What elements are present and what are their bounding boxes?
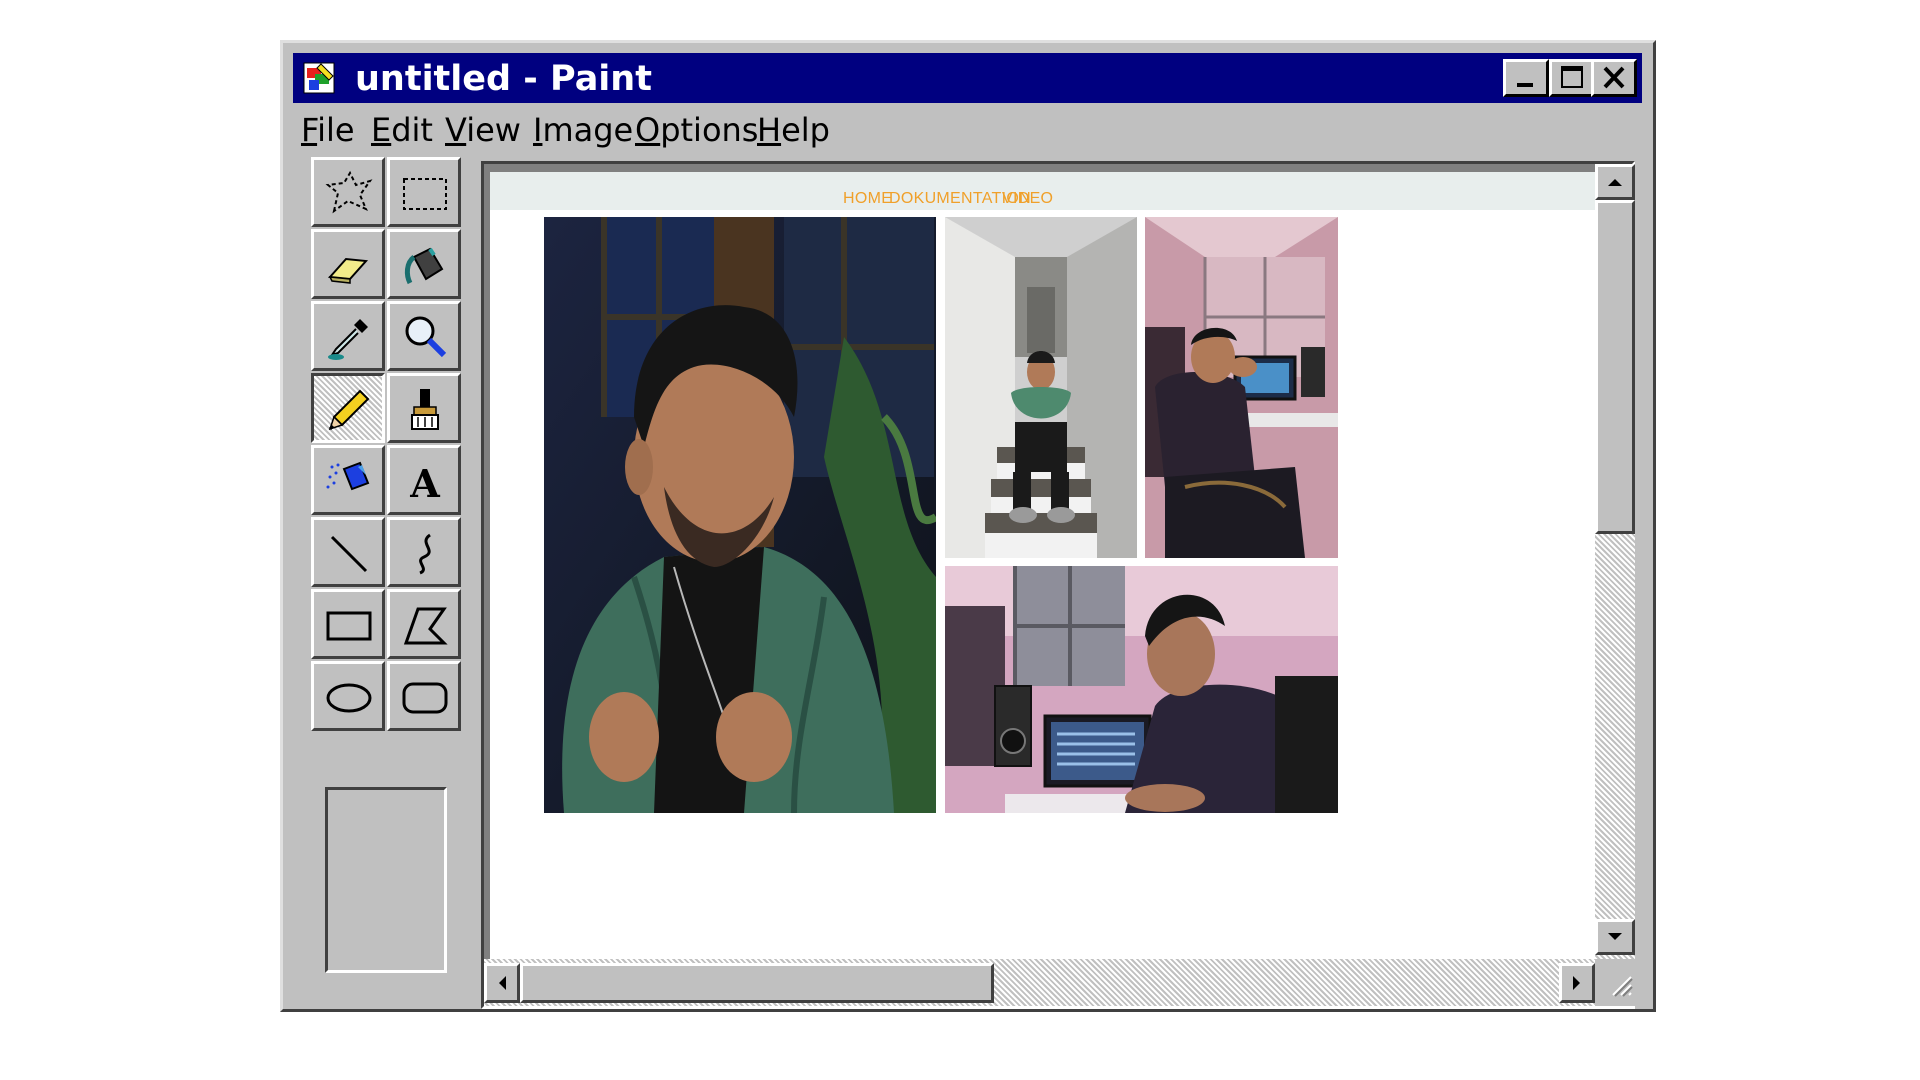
ellipse-icon xyxy=(326,683,372,713)
arrow-down-icon xyxy=(1608,933,1622,940)
toolbox: A xyxy=(311,157,467,777)
menu-options[interactable]: Options xyxy=(635,111,758,149)
airbrush-icon xyxy=(326,461,370,491)
rect-select-icon xyxy=(403,178,447,210)
scroll-down-button[interactable] xyxy=(1595,919,1635,955)
vertical-scrollbar[interactable] xyxy=(1595,164,1635,959)
maximize-icon xyxy=(1561,66,1583,88)
canvas-area[interactable]: HOME DOKUMENTATION VIDEO xyxy=(481,161,1635,1009)
photo-stairway xyxy=(945,217,1137,558)
tool-rectangle[interactable] xyxy=(311,589,385,659)
tool-rounded-rectangle[interactable] xyxy=(387,661,461,731)
polygon-icon xyxy=(403,607,448,645)
scroll-left-button[interactable] xyxy=(484,963,520,1003)
menu-file[interactable]: File xyxy=(301,111,355,149)
scroll-up-button[interactable] xyxy=(1595,164,1635,200)
tool-text[interactable]: A xyxy=(387,445,461,515)
horizontal-scroll-thumb[interactable] xyxy=(520,963,994,1003)
menu-help[interactable]: Help xyxy=(757,111,830,149)
photo-studio-keyboard xyxy=(945,566,1338,813)
tool-pick-color[interactable] xyxy=(311,301,385,371)
tool-line[interactable] xyxy=(311,517,385,587)
tool-polygon[interactable] xyxy=(387,589,461,659)
resize-grip-icon xyxy=(1612,976,1633,997)
tool-options-box[interactable] xyxy=(325,787,447,973)
vertical-scroll-thumb[interactable] xyxy=(1595,200,1635,534)
rounded-rectangle-icon xyxy=(402,682,448,714)
arrow-left-icon xyxy=(499,976,506,990)
tool-brush[interactable] xyxy=(387,373,461,443)
brush-icon xyxy=(411,389,439,430)
maximize-button[interactable] xyxy=(1549,59,1595,97)
tool-pencil[interactable] xyxy=(311,373,385,443)
curve-icon xyxy=(419,533,432,575)
photo-studio-seated xyxy=(1145,217,1338,558)
minimize-icon xyxy=(1517,83,1533,87)
text-icon: A xyxy=(409,461,440,506)
paint-app-icon xyxy=(303,62,335,94)
paint-window: untitled - Paint File Edit View Image Op… xyxy=(280,40,1656,1012)
tool-free-form-select[interactable] xyxy=(311,157,385,227)
pencil-icon xyxy=(328,389,370,431)
eyedropper-icon xyxy=(328,319,368,360)
line-icon xyxy=(330,535,368,573)
nav-home-link[interactable]: HOME xyxy=(843,190,892,208)
horizontal-scrollbar[interactable] xyxy=(484,959,1595,1006)
svg-text:A: A xyxy=(409,461,440,506)
tool-ellipse[interactable] xyxy=(311,661,385,731)
arrow-right-icon xyxy=(1573,976,1580,990)
nav-video-link[interactable]: VIDEO xyxy=(1002,190,1053,208)
arrow-up-icon xyxy=(1608,179,1622,186)
rectangle-icon xyxy=(326,611,372,641)
menu-edit[interactable]: Edit xyxy=(371,111,433,149)
free-form-select-icon xyxy=(325,170,373,214)
scroll-right-button[interactable] xyxy=(1559,963,1595,1003)
menu-image[interactable]: Image xyxy=(533,111,633,149)
close-icon xyxy=(1603,66,1625,89)
web-page-canvas[interactable]: HOME DOKUMENTATION VIDEO xyxy=(490,172,1595,962)
window-title: untitled - Paint xyxy=(355,59,652,99)
tool-eraser[interactable] xyxy=(311,229,385,299)
menu-view[interactable]: View xyxy=(445,111,521,149)
tool-airbrush[interactable] xyxy=(311,445,385,515)
minimize-button[interactable] xyxy=(1503,59,1549,97)
page-nav: HOME DOKUMENTATION VIDEO xyxy=(490,172,1595,210)
tool-curve[interactable] xyxy=(387,517,461,587)
tool-select[interactable] xyxy=(387,157,461,227)
photo-portrait-green-jacket xyxy=(544,217,936,813)
tool-magnifier[interactable] xyxy=(387,301,461,371)
tool-fill[interactable] xyxy=(387,229,461,299)
eraser-icon xyxy=(327,257,369,284)
magnifier-icon xyxy=(405,316,447,358)
paint-bucket-icon xyxy=(404,247,444,285)
menu-bar: File Edit View Image Options Help xyxy=(293,107,1633,151)
resize-grip[interactable] xyxy=(1595,959,1635,1006)
close-button[interactable] xyxy=(1591,59,1637,97)
title-bar[interactable]: untitled - Paint xyxy=(293,53,1642,103)
